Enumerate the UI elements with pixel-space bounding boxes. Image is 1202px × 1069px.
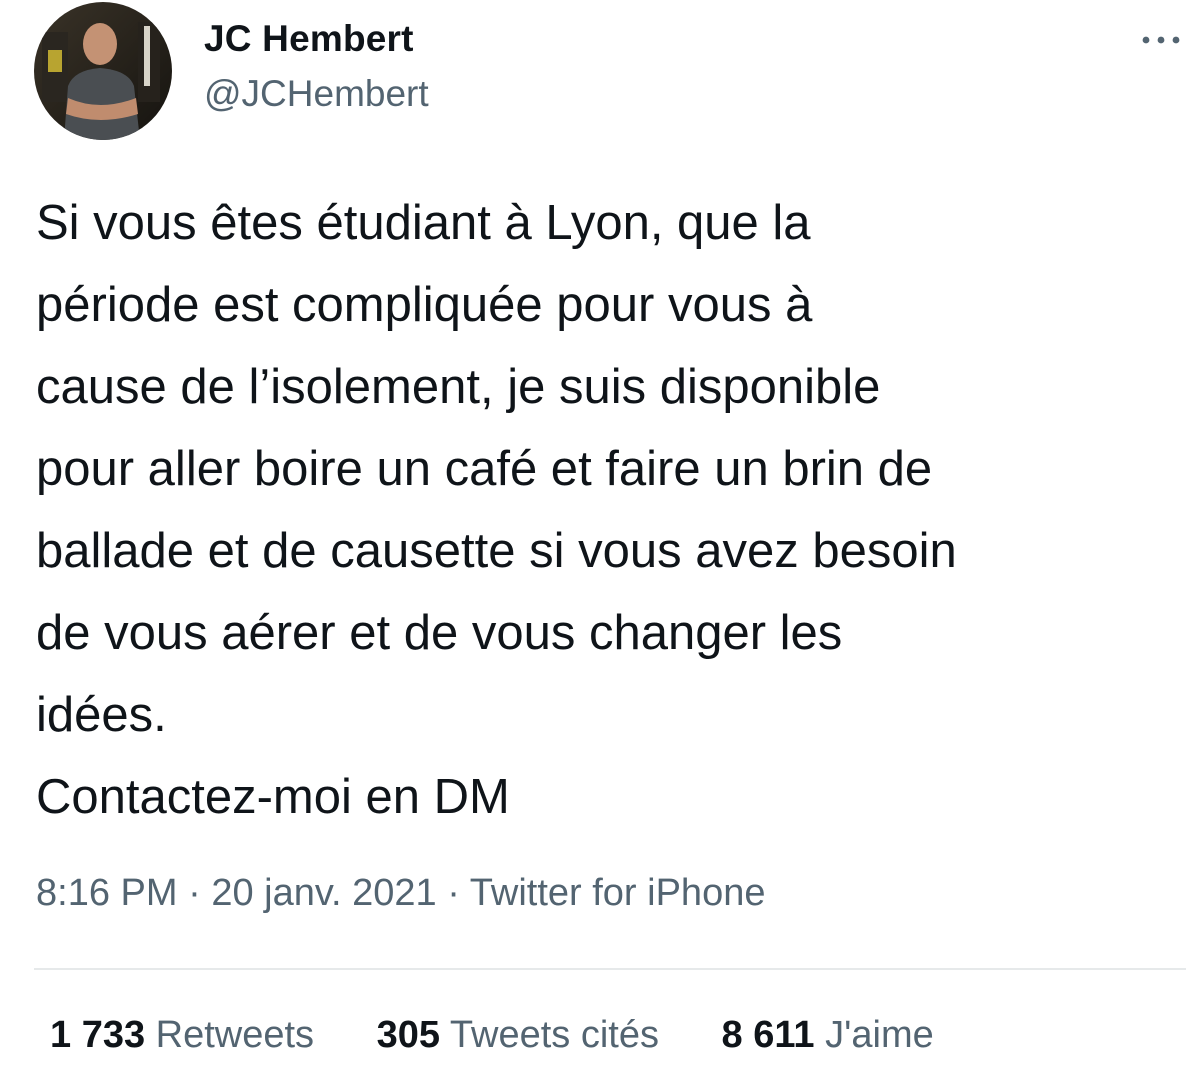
author-handle[interactable]: @JCHembert: [204, 73, 429, 115]
meta-separator: ·: [177, 872, 212, 914]
author-display-name[interactable]: JC Hembert: [204, 18, 414, 60]
quote-tweets-label: Tweets cités: [449, 1014, 659, 1056]
quote-tweets-stat[interactable]: 305 Tweets cités: [377, 1014, 659, 1057]
retweets-label: Retweets: [155, 1014, 315, 1056]
meta-separator: ·: [436, 872, 470, 914]
more-options-button[interactable]: [1138, 20, 1184, 60]
likes-label: J'aime: [825, 1014, 934, 1056]
more-horizontal-icon: [1142, 36, 1180, 44]
divider: [34, 968, 1186, 970]
avatar[interactable]: [34, 2, 172, 140]
tweet-date[interactable]: 20 janv. 2021: [211, 872, 436, 914]
tweet-source[interactable]: Twitter for iPhone: [470, 872, 766, 914]
profile-photo-icon: [34, 2, 172, 140]
tweet-detail: JC Hembert @JCHembert Si vous êtes étudi…: [0, 0, 1202, 1069]
tweet-time[interactable]: 8:16 PM: [36, 872, 178, 914]
quote-tweets-count: 305: [376, 1014, 441, 1056]
retweets-count: 1 733: [50, 1014, 146, 1056]
tweet-text: Si vous êtes étudiant à Lyon, que la pér…: [36, 196, 957, 824]
likes-stat[interactable]: 8 611 J'aime: [722, 1014, 934, 1057]
retweets-stat[interactable]: 1 733 Retweets: [50, 1014, 314, 1057]
tweet-metadata: 8:16 PM · 20 janv. 2021 · Twitter for iP…: [36, 872, 765, 915]
likes-count: 8 611: [721, 1014, 815, 1056]
engagement-stats: 1 733 Retweets 305 Tweets cités 8 611 J'…: [50, 1014, 934, 1057]
